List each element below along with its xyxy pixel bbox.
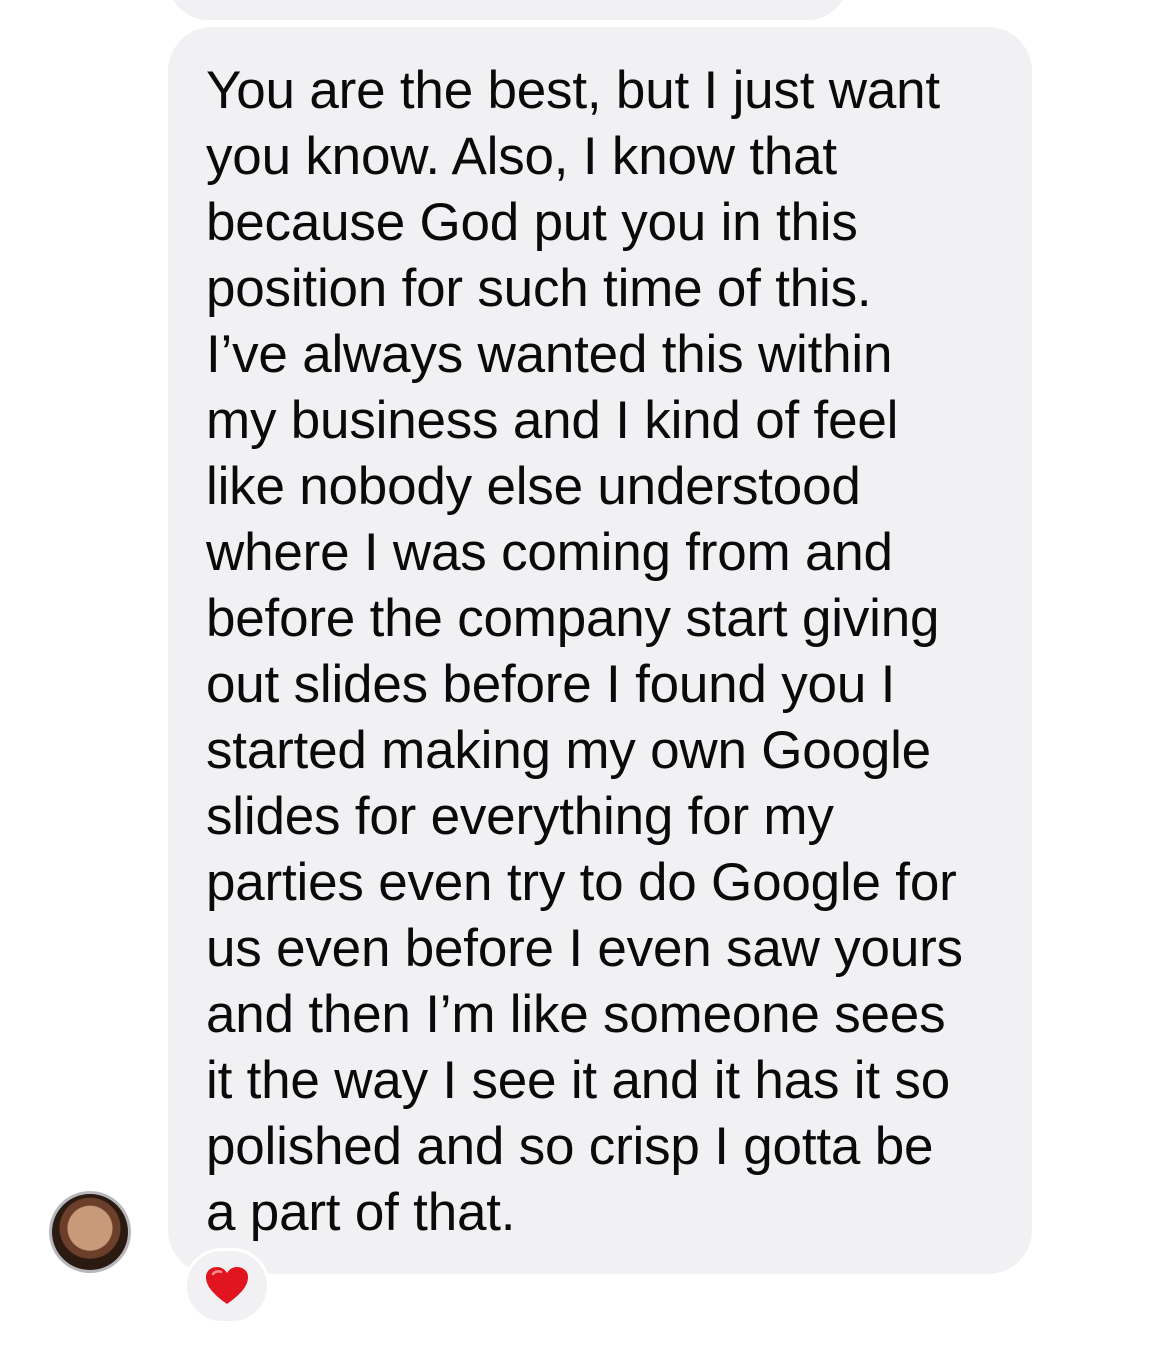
sender-avatar[interactable] [49,1191,131,1273]
message-line: my business and I kind of feel [206,391,899,450]
reaction-badge[interactable] [184,1248,270,1324]
message-line: parties even try to do Google for [206,853,957,912]
message-line: slides for everything for my [206,787,834,846]
message-line: I’ve always wanted this within [206,325,893,384]
message-line: like nobody else understood [206,457,861,516]
previous-message-bubble[interactable] [168,0,848,20]
message-line: You are the best, but I just want [206,61,940,120]
message-line: it the way I see it and it has it so [206,1051,951,1110]
message-line: where I was coming from and [206,523,893,582]
message-line: out slides before I found you I [206,655,896,714]
message-line: because God put you in this [206,193,858,252]
message-line: and then I’m like someone sees [206,985,946,1044]
message-line: us even before I even saw yours [206,919,963,978]
message-line: polished and so crisp I gotta be [206,1117,934,1176]
message-line: started making my own Google [206,721,931,780]
message-line: a part of that. [206,1183,516,1242]
avatar-photo [52,1194,128,1270]
message-line: you know. Also, I know that [206,127,837,186]
message-line: before the company start giving [206,589,940,648]
message-line: position for such time of this. [206,259,872,318]
heart-icon [206,1267,248,1304]
message-text: You are the best, but I just want you kn… [206,58,1006,1246]
